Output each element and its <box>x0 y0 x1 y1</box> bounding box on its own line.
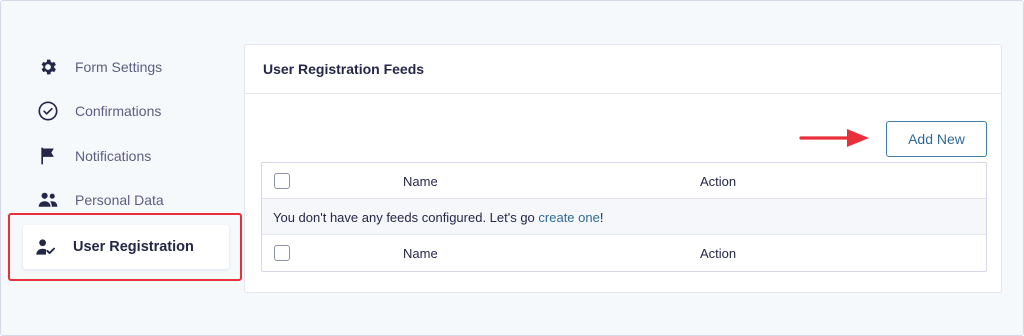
feeds-table: Name Action You don't have any feeds con… <box>261 162 987 272</box>
sidebar-item-form-settings[interactable]: Form Settings <box>25 45 235 89</box>
add-new-button[interactable]: Add New <box>886 121 987 157</box>
feeds-panel: User Registration Feeds Add New Name Act… <box>244 44 1002 293</box>
settings-frame: Form Settings Confirmations Notification… <box>0 0 1024 336</box>
empty-state-row: You don't have any feeds configured. Let… <box>262 199 986 235</box>
check-circle-icon <box>37 100 59 122</box>
select-all-checkbox-footer[interactable] <box>274 245 290 261</box>
sidebar-item-label: Notifications <box>75 148 152 164</box>
column-footer-action: Action <box>700 246 737 261</box>
column-header-action: Action <box>700 174 737 189</box>
sidebar-item-label: Confirmations <box>75 103 162 119</box>
arrow-annotation-icon <box>799 129 869 147</box>
table-header-row: Name Action <box>262 163 986 199</box>
select-all-checkbox[interactable] <box>274 173 290 189</box>
users-icon <box>37 189 59 211</box>
panel-title: User Registration Feeds <box>263 61 425 77</box>
empty-state-message: You don't have any feeds configured. Let… <box>273 210 603 225</box>
create-one-link[interactable]: create one <box>538 210 599 225</box>
sidebar-item-confirmations[interactable]: Confirmations <box>25 89 235 133</box>
flag-icon <box>37 145 59 167</box>
panel-header: User Registration Feeds <box>245 45 1001 94</box>
column-header-name: Name <box>403 174 438 189</box>
sidebar-item-label: Personal Data <box>75 192 164 208</box>
gear-icon <box>37 56 59 78</box>
sidebar-item-notifications[interactable]: Notifications <box>25 134 235 178</box>
column-footer-name: Name <box>403 246 438 261</box>
empty-state-suffix: ! <box>599 210 604 225</box>
table-footer-row: Name Action <box>262 235 986 271</box>
highlight-box <box>8 213 242 281</box>
sidebar-item-label: Form Settings <box>75 59 163 75</box>
empty-state-text: You don't have any feeds configured. Let… <box>273 210 539 225</box>
